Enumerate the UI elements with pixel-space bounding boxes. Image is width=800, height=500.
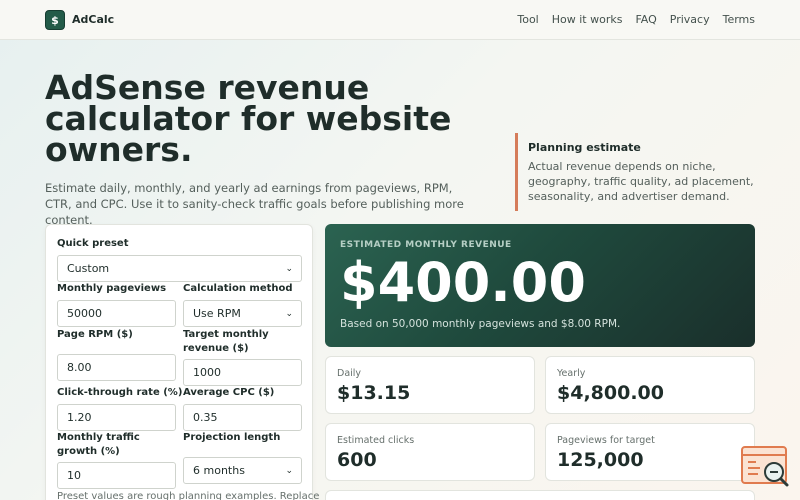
calculation-method-select[interactable]: Use RPM ⌄ [183,300,302,327]
planning-note-title: Planning estimate [528,141,641,154]
ctr-input[interactable]: 1.20 [57,404,176,431]
projection-length-label: Projection length [183,432,281,443]
nav-privacy[interactable]: Privacy [670,13,710,26]
projection-length-select[interactable]: 6 months ⌄ [183,457,302,484]
target-revenue-input[interactable]: 1000 [183,359,302,386]
monthly-revenue-label: ESTIMATED MONTHLY REVENUE [340,240,512,250]
yearly-label: Yearly [557,368,586,379]
nav-how-it-works[interactable]: How it works [552,13,623,26]
daily-value: $13.15 [337,382,411,404]
page-subtitle: Estimate daily, monthly, and yearly ad e… [45,181,464,227]
quick-preset-label: Quick preset [57,238,129,249]
search-document-icon[interactable] [740,445,792,493]
quick-preset-select[interactable]: Custom ⌄ [57,255,302,282]
nav-tool[interactable]: Tool [517,13,538,26]
nav-faq[interactable]: FAQ [635,13,656,26]
planning-note: Planning estimate Actual revenue depends… [515,133,760,211]
pageviews-target-label: Pageviews for target [557,435,655,446]
calculation-method-value: Use RPM [193,307,241,320]
planning-note-text: Actual revenue depends on niche, geograp… [528,160,754,203]
monthly-pageviews-input[interactable]: 50000 [57,300,176,327]
quick-preset-value: Custom [67,262,110,275]
preset-hint: Preset values are rough planning example… [57,491,320,500]
estimated-clicks-card: Estimated clicks 600 [325,423,535,481]
cpc-input[interactable]: 0.35 [183,404,302,431]
monthly-revenue-note: Based on 50,000 monthly pageviews and $8… [340,318,621,330]
pageviews-target-card: Pageviews for target 125,000 [545,423,755,481]
daily-label: Daily [337,368,362,379]
page-title: AdSense revenue calculator for website o… [45,68,452,169]
main-nav: Tool How it works FAQ Privacy Terms [517,13,755,26]
nav-terms[interactable]: Terms [723,13,755,26]
pageviews-target-value: 125,000 [557,449,644,471]
traffic-growth-label: Monthly traffic growth (%) [57,432,140,457]
monthly-revenue-value: $400.00 [340,251,586,314]
page-rpm-input[interactable]: 8.00 [57,354,176,381]
estimated-clicks-value: 600 [337,449,377,471]
top-navbar: $ AdCalc Tool How it works FAQ Privacy T… [0,0,800,40]
projection-length-value: 6 months [193,464,245,477]
brand-name[interactable]: AdCalc [72,13,114,26]
dollar-icon[interactable]: $ [45,10,65,30]
traffic-growth-input[interactable]: 10 [57,462,176,489]
chevron-down-icon: ⌄ [285,308,293,319]
page-rpm-label: Page RPM ($) [57,329,133,340]
calculation-method-label: Calculation method [183,283,293,294]
ctr-label: Click-through rate (%) [57,387,183,398]
chevron-down-icon: ⌄ [285,465,293,476]
next-result-card [325,490,755,500]
monthly-revenue-card: ESTIMATED MONTHLY REVENUE $400.00 Based … [325,224,755,347]
cpc-label: Average CPC ($) [183,387,275,398]
target-revenue-label: Target monthly revenue ($) [183,329,269,354]
yearly-card: Yearly $4,800.00 [545,356,755,414]
yearly-value: $4,800.00 [557,382,664,404]
chevron-down-icon: ⌄ [285,263,293,274]
daily-card: Daily $13.15 [325,356,535,414]
monthly-pageviews-label: Monthly pageviews [57,283,167,294]
estimated-clicks-label: Estimated clicks [337,435,415,446]
